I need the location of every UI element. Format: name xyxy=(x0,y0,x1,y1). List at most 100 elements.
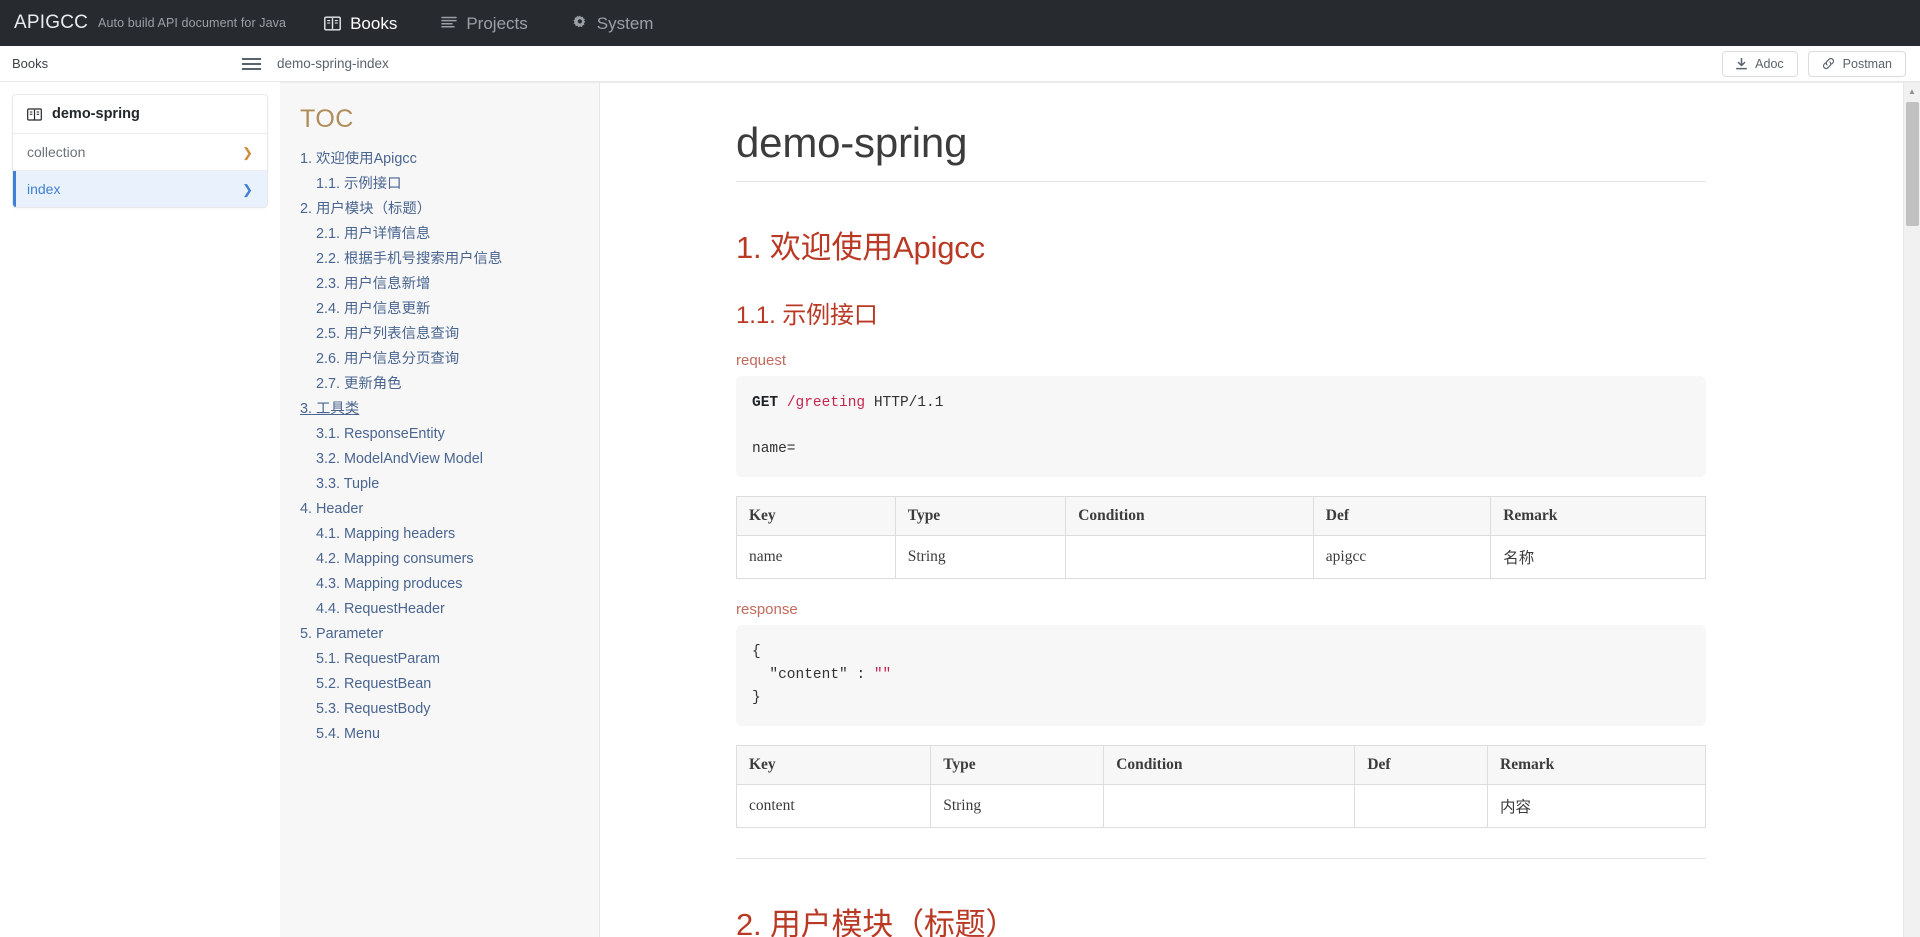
book-icon xyxy=(324,16,341,31)
table-header-condition: Condition xyxy=(1104,746,1355,785)
toc-entry-label: Menu xyxy=(340,726,380,742)
heading-section-1-1: 1.1. 示例接口 xyxy=(736,295,1920,330)
toc-entry-number: 2.1. xyxy=(316,226,340,242)
toc-entry-label: Header xyxy=(312,501,363,517)
toc-entry[interactable]: 5.2. RequestBean xyxy=(300,672,589,697)
toc-entry[interactable]: 3.1. ResponseEntity xyxy=(300,422,589,447)
toc-list: 1. 欢迎使用Apigcc1.1. 示例接口2. 用户模块（标题）2.1. 用户… xyxy=(300,147,589,747)
cell-condition xyxy=(1066,536,1314,579)
toc-entry[interactable]: 2.6. 用户信息分页查询 xyxy=(300,347,589,372)
request-path: /greeting xyxy=(787,395,865,411)
toc-entry[interactable]: 4.3. Mapping produces xyxy=(300,572,589,597)
request-param-table: Key Type Condition Def Remark name Strin… xyxy=(736,496,1706,579)
postman-button[interactable]: Postman xyxy=(1808,51,1906,77)
toc-entry[interactable]: 5. Parameter xyxy=(300,622,589,647)
left-sidebar: demo-spring collection ❯ index ❯ xyxy=(0,82,280,937)
table-header-type: Type xyxy=(931,746,1104,785)
scroll-up-arrow-icon[interactable]: ▲ xyxy=(1904,83,1920,100)
vertical-scrollbar[interactable]: ▲ xyxy=(1903,83,1920,937)
response-field-table: Key Type Condition Def Remark content St… xyxy=(736,745,1706,828)
toc-entry[interactable]: 2.5. 用户列表信息查询 xyxy=(300,322,589,347)
table-header-remark: Remark xyxy=(1491,497,1706,536)
toc-entry[interactable]: 4. Header xyxy=(300,497,589,522)
toc-entry-label: 用户列表信息查询 xyxy=(340,326,459,342)
toc-entry-number: 5.1. xyxy=(316,651,340,667)
toc-entry-number: 5.4. xyxy=(316,726,340,742)
cell-key: content xyxy=(737,785,931,828)
scrollbar-thumb[interactable] xyxy=(1906,102,1919,226)
toc-panel: TOC 1. 欢迎使用Apigcc1.1. 示例接口2. 用户模块（标题）2.1… xyxy=(280,82,600,937)
heading-section-2: 2. 用户模块（标题） xyxy=(736,899,1920,937)
table-header-key: Key xyxy=(737,746,931,785)
toc-entry[interactable]: 5.4. Menu xyxy=(300,722,589,747)
book-card: demo-spring collection ❯ index ❯ xyxy=(12,94,268,208)
response-colon: : xyxy=(856,667,865,683)
toc-entry-number: 1. xyxy=(300,151,312,167)
cell-type: String xyxy=(895,536,1065,579)
nav-item-books[interactable]: Books xyxy=(324,15,397,32)
gear-icon xyxy=(572,15,588,31)
page-title: demo-spring xyxy=(736,119,1706,182)
toc-entry[interactable]: 2.1. 用户详情信息 xyxy=(300,222,589,247)
cell-condition xyxy=(1104,785,1355,828)
toc-entry[interactable]: 3.3. Tuple xyxy=(300,472,589,497)
sidebar-book-header[interactable]: demo-spring xyxy=(13,95,267,134)
toc-entry-number: 3.2. xyxy=(316,451,340,467)
toc-entry[interactable]: 4.1. Mapping headers xyxy=(300,522,589,547)
toc-entry-label: Parameter xyxy=(312,626,383,642)
response-label: response xyxy=(736,601,1920,618)
toc-entry[interactable]: 1.1. 示例接口 xyxy=(300,172,589,197)
header-actions: Adoc Postman xyxy=(1722,46,1906,81)
toc-entry-label: 示例接口 xyxy=(340,176,402,192)
app-tagline: Auto build API document for Java xyxy=(98,16,286,30)
nav-item-projects[interactable]: Projects xyxy=(441,15,527,32)
toc-entry[interactable]: 4.4. RequestHeader xyxy=(300,597,589,622)
table-row: content String 内容 xyxy=(737,785,1706,828)
cell-remark: 内容 xyxy=(1488,785,1706,828)
toc-entry-label: Mapping produces xyxy=(340,576,462,592)
toc-entry[interactable]: 2.7. 更新角色 xyxy=(300,372,589,397)
toc-entry-number: 4.3. xyxy=(316,576,340,592)
toc-entry-number: 5.2. xyxy=(316,676,340,692)
toc-entry[interactable]: 1. 欢迎使用Apigcc xyxy=(300,147,589,172)
hamburger-icon[interactable] xyxy=(242,58,261,70)
nav-label-system: System xyxy=(597,15,654,32)
toc-entry[interactable]: 5.1. RequestParam xyxy=(300,647,589,672)
toc-entry[interactable]: 4.2. Mapping consumers xyxy=(300,547,589,572)
sidebar-item-index[interactable]: index ❯ xyxy=(13,171,267,207)
toc-entry-label: 用户信息更新 xyxy=(340,301,430,317)
sidebar-item-label-collection: collection xyxy=(27,144,85,160)
toc-entry[interactable]: 5.3. RequestBody xyxy=(300,697,589,722)
response-open-brace: { xyxy=(752,644,761,660)
request-proto: HTTP/1.1 xyxy=(874,395,944,411)
sidebar-book-title: demo-spring xyxy=(52,106,140,122)
top-navbar: APIGCC Auto build API document for Java … xyxy=(0,0,1920,46)
toc-entry-label: Tuple xyxy=(340,476,379,492)
table-header-key: Key xyxy=(737,497,896,536)
cell-key: name xyxy=(737,536,896,579)
nav-item-system[interactable]: System xyxy=(572,15,654,32)
toc-entry[interactable]: 2.2. 根据手机号搜索用户信息 xyxy=(300,247,589,272)
toc-entry-number: 3.3. xyxy=(316,476,340,492)
download-icon xyxy=(1736,58,1747,70)
toc-entry-label: 根据手机号搜索用户信息 xyxy=(340,251,502,267)
table-header-row: Key Type Condition Def Remark xyxy=(737,746,1706,785)
sidebar-item-label-index: index xyxy=(27,181,60,197)
toc-entry-number: 3. xyxy=(300,401,312,417)
sidebar-item-collection[interactable]: collection ❯ xyxy=(13,134,267,171)
toc-entry[interactable]: 2. 用户模块（标题） xyxy=(300,197,589,222)
adoc-button[interactable]: Adoc xyxy=(1722,51,1798,77)
toc-entry-label: 欢迎使用Apigcc xyxy=(312,151,417,167)
table-header-def: Def xyxy=(1355,746,1488,785)
cell-type: String xyxy=(931,785,1104,828)
toc-entry[interactable]: 3. 工具类 xyxy=(300,397,589,422)
toc-entry[interactable]: 2.3. 用户信息新增 xyxy=(300,272,589,297)
books-section-label[interactable]: Books xyxy=(12,56,242,71)
toc-entry-number: 4.4. xyxy=(316,601,340,617)
toc-entry[interactable]: 3.2. ModelAndView Model xyxy=(300,447,589,472)
table-header-remark: Remark xyxy=(1488,746,1706,785)
toc-entry-number: 2.4. xyxy=(316,301,340,317)
response-close-brace: } xyxy=(752,690,761,706)
toc-entry[interactable]: 2.4. 用户信息更新 xyxy=(300,297,589,322)
app-brand[interactable]: APIGCC xyxy=(14,12,88,34)
